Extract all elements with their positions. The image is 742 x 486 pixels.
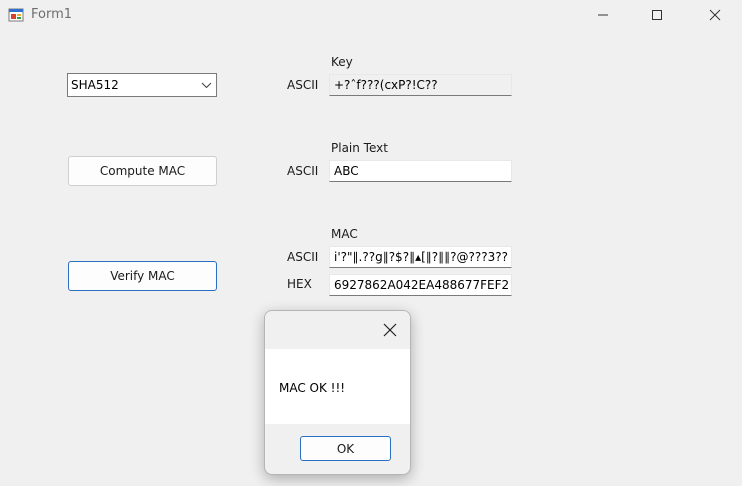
plain-text-heading: Plain Text — [331, 141, 388, 155]
close-button[interactable] — [692, 0, 738, 30]
title-bar[interactable]: Form1 — [0, 0, 742, 30]
key-ascii-field[interactable]: +?ˆf???(cxP?!C?? — [329, 74, 512, 96]
algorithm-selected-value: SHA512 — [71, 78, 119, 92]
mac-hex-field[interactable]: 6927862A042EA488677FEF2 — [329, 274, 512, 296]
window-title: Form1 — [31, 7, 73, 22]
plain-text-field[interactable]: ABC — [329, 160, 512, 182]
message-box: MAC OK !!! OK — [264, 310, 411, 475]
app-icon — [8, 8, 24, 22]
close-icon[interactable] — [382, 322, 398, 338]
mac-ascii-field[interactable]: i'?"∥.??g∥?$?∥▴[∥?∥∥?@???3?? — [329, 246, 512, 268]
minimize-button[interactable] — [580, 0, 626, 30]
mac-hex-label: HEX — [287, 277, 312, 291]
message-text: MAC OK !!! — [279, 381, 346, 395]
chevron-down-icon — [201, 82, 212, 89]
mac-ascii-label: ASCII — [287, 250, 319, 264]
message-box-body: MAC OK !!! — [265, 349, 410, 424]
key-ascii-label: ASCII — [287, 78, 319, 92]
compute-mac-button[interactable]: Compute MAC — [68, 156, 217, 186]
close-icon — [709, 9, 721, 21]
ok-button[interactable]: OK — [300, 436, 391, 461]
plain-ascii-label: ASCII — [287, 164, 319, 178]
minimize-icon — [598, 14, 608, 16]
key-heading: Key — [331, 55, 353, 69]
message-box-header — [265, 311, 410, 349]
verify-mac-button[interactable]: Verify MAC — [68, 261, 217, 291]
mac-heading: MAC — [331, 227, 358, 241]
algorithm-dropdown[interactable]: SHA512 — [67, 73, 217, 97]
maximize-button[interactable] — [634, 0, 680, 30]
maximize-icon — [652, 10, 662, 20]
